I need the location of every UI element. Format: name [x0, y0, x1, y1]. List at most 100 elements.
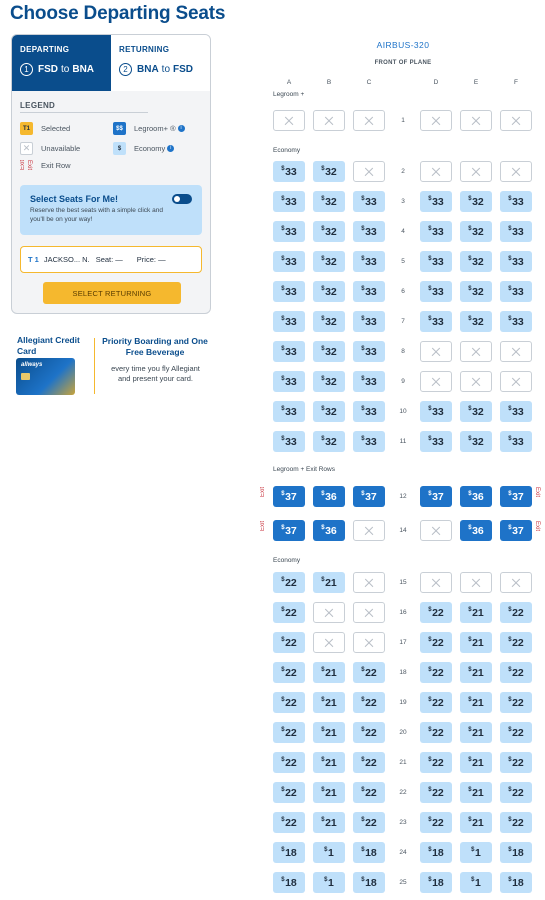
seat-20e[interactable]: $21 [460, 722, 492, 743]
seat-19b[interactable]: $21 [313, 692, 345, 713]
seat-19e[interactable]: $21 [460, 692, 492, 713]
seat-3d[interactable]: $33 [420, 191, 452, 212]
seat-3f[interactable]: $33 [500, 191, 532, 212]
seat-11c[interactable]: $33 [353, 431, 385, 452]
seat-14e[interactable]: $36 [460, 520, 492, 541]
seat-7d[interactable]: $33 [420, 311, 452, 332]
seat-2b[interactable]: $32 [313, 161, 345, 182]
seat-20a[interactable]: $22 [273, 722, 305, 743]
seat-10b[interactable]: $32 [313, 401, 345, 422]
seat-17a[interactable]: $22 [273, 632, 305, 653]
seat-25b[interactable]: $1 [313, 872, 345, 893]
seat-9a[interactable]: $33 [273, 371, 305, 392]
seat-6f[interactable]: $33 [500, 281, 532, 302]
seat-11a[interactable]: $33 [273, 431, 305, 452]
seat-25d[interactable]: $18 [420, 872, 452, 893]
seat-21a[interactable]: $22 [273, 752, 305, 773]
seat-7b[interactable]: $32 [313, 311, 345, 332]
seat-18a[interactable]: $22 [273, 662, 305, 683]
seat-23d[interactable]: $22 [420, 812, 452, 833]
credit-card-image[interactable]: allways [16, 358, 75, 395]
seat-16f[interactable]: $22 [500, 602, 532, 623]
seat-9b[interactable]: $32 [313, 371, 345, 392]
seat-3b[interactable]: $32 [313, 191, 345, 212]
seat-21c[interactable]: $22 [353, 752, 385, 773]
seat-7a[interactable]: $33 [273, 311, 305, 332]
seat-23e[interactable]: $21 [460, 812, 492, 833]
seat-20b[interactable]: $21 [313, 722, 345, 743]
seat-25f[interactable]: $18 [500, 872, 532, 893]
seat-17e[interactable]: $21 [460, 632, 492, 653]
seat-11d[interactable]: $33 [420, 431, 452, 452]
passenger-row[interactable]: T 1 JACKSO... N. Seat: — Price: — [20, 246, 202, 273]
seat-20c[interactable]: $22 [353, 722, 385, 743]
seat-24f[interactable]: $18 [500, 842, 532, 863]
seat-23c[interactable]: $22 [353, 812, 385, 833]
seat-15a[interactable]: $22 [273, 572, 305, 593]
seat-14f[interactable]: $37 [500, 520, 532, 541]
seat-4d[interactable]: $33 [420, 221, 452, 242]
seat-16d[interactable]: $22 [420, 602, 452, 623]
seat-2a[interactable]: $33 [273, 161, 305, 182]
seat-11f[interactable]: $33 [500, 431, 532, 452]
seat-8b[interactable]: $32 [313, 341, 345, 362]
seat-18e[interactable]: $21 [460, 662, 492, 683]
tab-departing[interactable]: DEPARTING 1 FSD to BNA [12, 35, 111, 91]
seat-23f[interactable]: $22 [500, 812, 532, 833]
seat-5c[interactable]: $33 [353, 251, 385, 272]
seat-9c[interactable]: $33 [353, 371, 385, 392]
seat-11b[interactable]: $32 [313, 431, 345, 452]
seat-12b[interactable]: $36 [313, 486, 345, 507]
seat-6d[interactable]: $33 [420, 281, 452, 302]
seat-4c[interactable]: $33 [353, 221, 385, 242]
seat-21b[interactable]: $21 [313, 752, 345, 773]
seat-10c[interactable]: $33 [353, 401, 385, 422]
auto-select-toggle[interactable] [172, 194, 192, 204]
seat-3e[interactable]: $32 [460, 191, 492, 212]
seat-16a[interactable]: $22 [273, 602, 305, 623]
seat-12a[interactable]: $37 [273, 486, 305, 507]
seat-5f[interactable]: $33 [500, 251, 532, 272]
seat-18f[interactable]: $22 [500, 662, 532, 683]
seat-6e[interactable]: $32 [460, 281, 492, 302]
seat-25e[interactable]: $1 [460, 872, 492, 893]
seat-8c[interactable]: $33 [353, 341, 385, 362]
seat-22f[interactable]: $22 [500, 782, 532, 803]
seat-24b[interactable]: $1 [313, 842, 345, 863]
seat-22c[interactable]: $22 [353, 782, 385, 803]
seat-14a[interactable]: $37 [273, 520, 305, 541]
seat-17f[interactable]: $22 [500, 632, 532, 653]
seat-18d[interactable]: $22 [420, 662, 452, 683]
seat-20d[interactable]: $22 [420, 722, 452, 743]
seat-4a[interactable]: $33 [273, 221, 305, 242]
seat-3c[interactable]: $33 [353, 191, 385, 212]
seat-24a[interactable]: $18 [273, 842, 305, 863]
seat-5d[interactable]: $33 [420, 251, 452, 272]
promo-card-title[interactable]: Allegiant Credit Card [17, 335, 82, 356]
seat-17d[interactable]: $22 [420, 632, 452, 653]
seat-6a[interactable]: $33 [273, 281, 305, 302]
seat-25c[interactable]: $18 [353, 872, 385, 893]
seat-22b[interactable]: $21 [313, 782, 345, 803]
seat-20f[interactable]: $22 [500, 722, 532, 743]
seat-15b[interactable]: $21 [313, 572, 345, 593]
seat-4b[interactable]: $32 [313, 221, 345, 242]
seat-12d[interactable]: $37 [420, 486, 452, 507]
info-icon[interactable]: i [177, 125, 185, 132]
seat-3a[interactable]: $33 [273, 191, 305, 212]
seat-10d[interactable]: $33 [420, 401, 452, 422]
select-returning-button[interactable]: SELECT RETURNING [43, 282, 181, 304]
seat-5a[interactable]: $33 [273, 251, 305, 272]
seat-23a[interactable]: $22 [273, 812, 305, 833]
seat-7f[interactable]: $33 [500, 311, 532, 332]
seat-22a[interactable]: $22 [273, 782, 305, 803]
seat-24d[interactable]: $18 [420, 842, 452, 863]
seat-11e[interactable]: $32 [460, 431, 492, 452]
seat-19c[interactable]: $22 [353, 692, 385, 713]
seat-19a[interactable]: $22 [273, 692, 305, 713]
seat-23b[interactable]: $21 [313, 812, 345, 833]
seat-18b[interactable]: $21 [313, 662, 345, 683]
seat-12f[interactable]: $37 [500, 486, 532, 507]
seat-5b[interactable]: $32 [313, 251, 345, 272]
seat-24c[interactable]: $18 [353, 842, 385, 863]
